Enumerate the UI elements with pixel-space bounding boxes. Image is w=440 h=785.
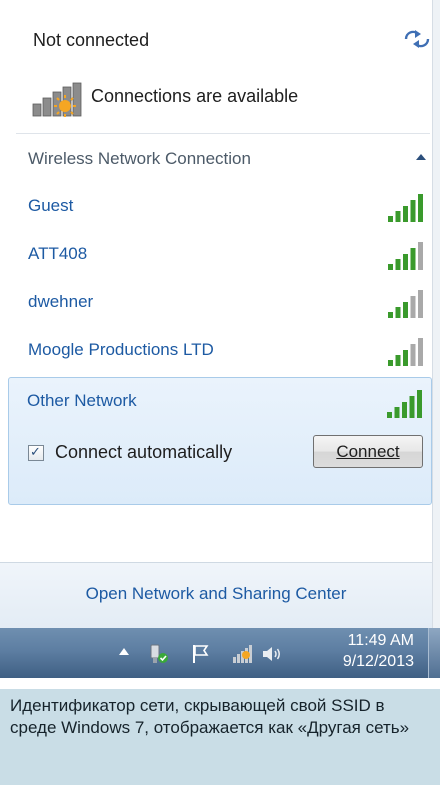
signal-bar (409, 396, 415, 418)
action-center-flag-icon[interactable] (190, 643, 212, 665)
chevron-up-icon[interactable] (414, 152, 428, 164)
network-item[interactable]: Moogle Productions LTD (12, 329, 432, 375)
signal-bar (388, 312, 393, 318)
signal-strength-icon (388, 338, 423, 366)
connection-status: Not connected (33, 30, 150, 50)
network-flyout: Not connected Connections are available … (0, 0, 440, 628)
signal-strength-icon (388, 194, 423, 222)
signal-bar (410, 200, 416, 222)
caption-text: Идентификатор сети, скрывающей свой SSID… (10, 696, 410, 737)
checkmark-icon: ✓ (30, 444, 41, 459)
signal-bar (410, 296, 416, 318)
open-network-sharing-center-link[interactable]: Open Network and Sharing Center (0, 584, 432, 604)
signal-bar (403, 254, 408, 270)
volume-icon[interactable] (260, 643, 282, 665)
show-hidden-icons-arrow-icon[interactable] (117, 645, 131, 659)
signal-bar (395, 259, 401, 270)
signal-bar (418, 290, 423, 318)
signal-strength-icon (388, 242, 423, 270)
clock-time[interactable]: 11:49 AM (324, 632, 414, 650)
divider (16, 133, 430, 134)
network-item[interactable]: Guest (12, 185, 432, 231)
network-status-icon[interactable] (232, 643, 254, 665)
signal-bar (410, 248, 416, 270)
safely-remove-hardware-icon[interactable] (148, 643, 170, 665)
selected-network-item[interactable]: Other Network ✓ Connect automatically Co… (8, 377, 432, 505)
connect-automatically-checkbox[interactable]: ✓ (28, 444, 44, 461)
signal-bar (403, 350, 408, 366)
network-item[interactable]: ATT408 (12, 233, 432, 279)
signal-bar (417, 390, 422, 418)
signal-bar (394, 407, 400, 418)
signal-bar (418, 194, 423, 222)
signal-bar (388, 264, 393, 270)
signal-strength-icon (387, 390, 422, 418)
signal-bar (418, 242, 423, 270)
taskbar: 11:49 AM 9/12/2013 (0, 628, 440, 678)
network-name: Guest (28, 196, 74, 215)
network-name: Moogle Productions LTD (28, 340, 214, 359)
connect-button[interactable]: Connect (313, 435, 423, 468)
flyout-footer: Open Network and Sharing Center (0, 562, 432, 628)
show-desktop-button[interactable] (428, 628, 440, 678)
network-name: ATT408 (28, 244, 88, 263)
network-item[interactable]: dwehner (12, 281, 432, 327)
clock-date[interactable]: 9/12/2013 (314, 653, 414, 671)
connections-available-icon (32, 82, 82, 117)
signal-bar (410, 344, 416, 366)
connect-automatically-label[interactable]: Connect automatically (55, 442, 232, 463)
network-name: dwehner (28, 292, 94, 311)
signal-bar (388, 360, 393, 366)
network-name: Other Network (27, 391, 137, 410)
signal-bar (395, 211, 401, 222)
section-title[interactable]: Wireless Network Connection (28, 149, 251, 169)
refresh-icon[interactable] (402, 28, 432, 50)
figure-caption: Идентификатор сети, скрывающей свой SSID… (0, 689, 440, 785)
signal-bar (395, 355, 401, 366)
signal-bar (387, 412, 392, 418)
signal-bar (388, 216, 393, 222)
connections-available-label: Connections are available (91, 86, 299, 106)
signal-bar (418, 338, 423, 366)
signal-bar (402, 402, 407, 418)
signal-strength-icon (388, 290, 423, 318)
signal-bar (403, 206, 408, 222)
signal-bar (403, 302, 408, 318)
flyout-edge (432, 0, 440, 628)
signal-bar (395, 307, 401, 318)
